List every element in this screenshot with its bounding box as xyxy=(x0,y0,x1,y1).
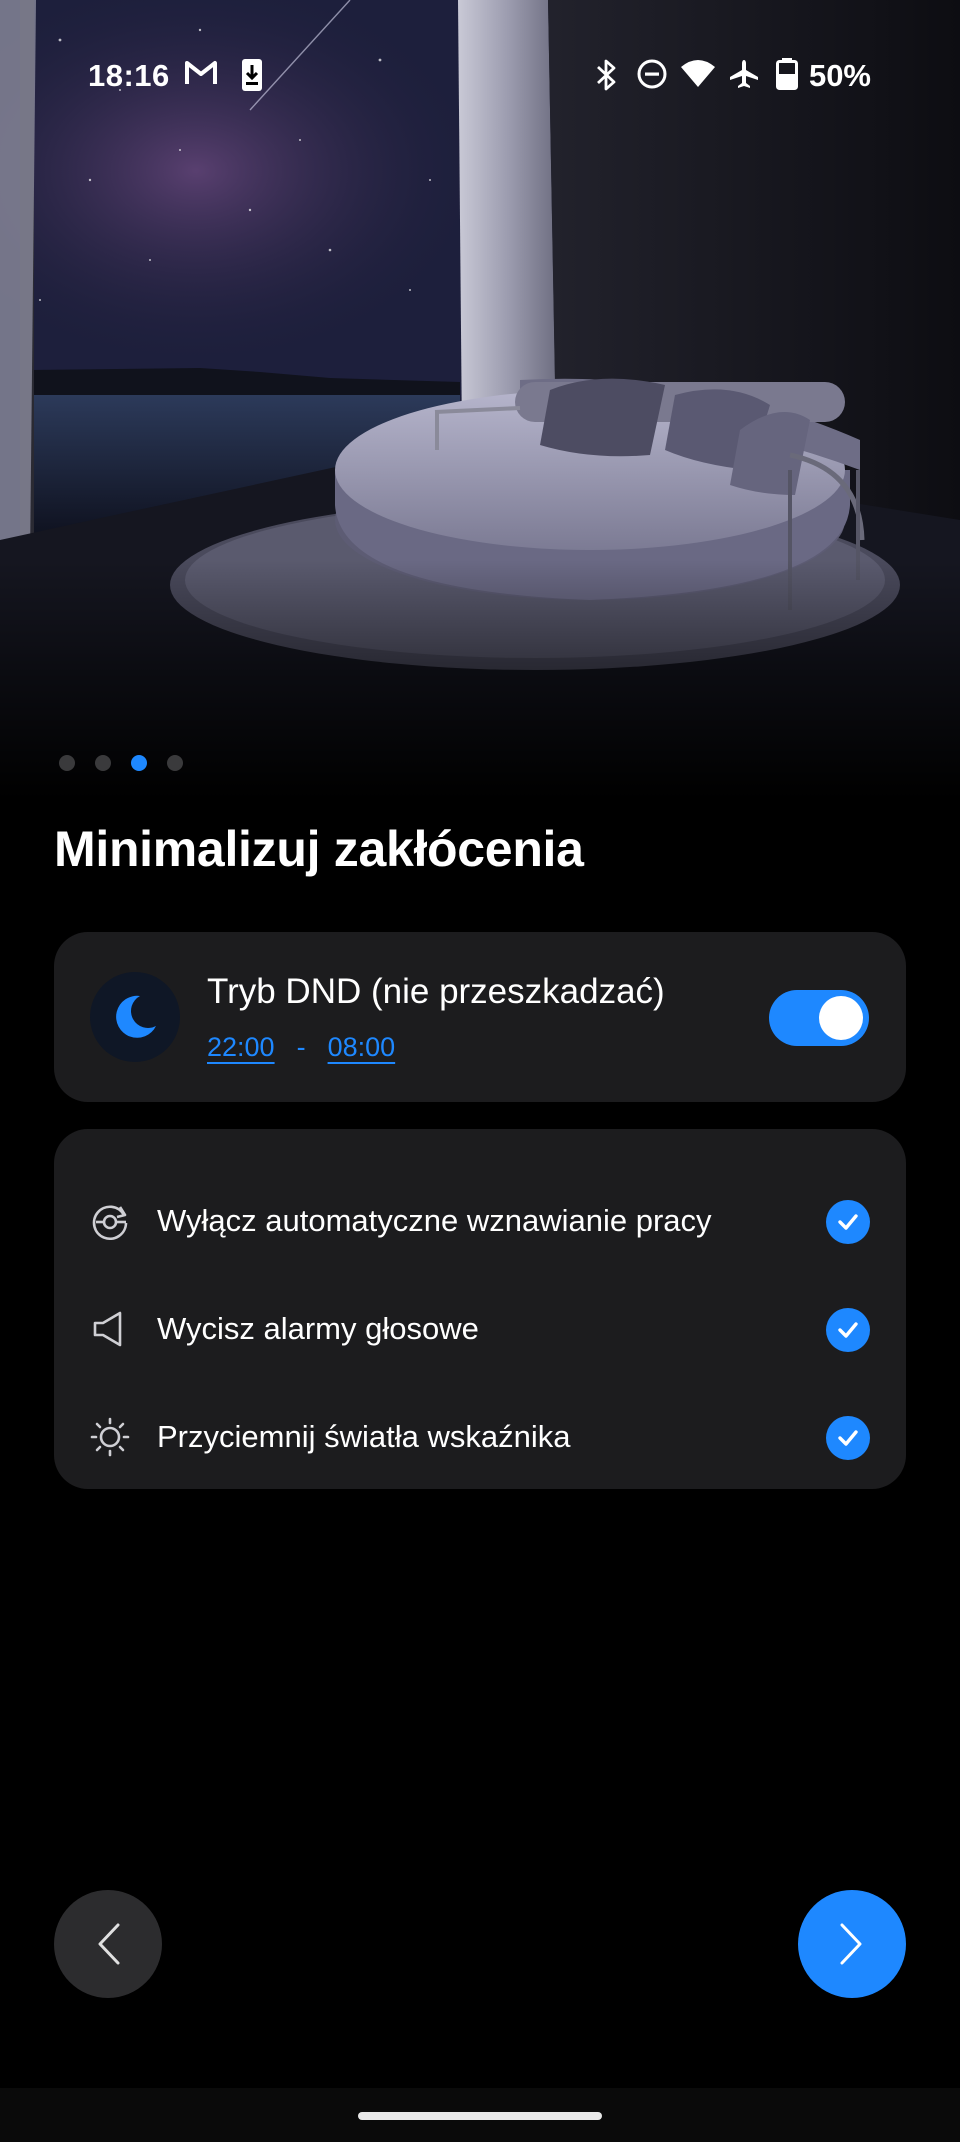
auto-resume-icon xyxy=(90,1201,130,1241)
dnd-start-time[interactable]: 22:00 xyxy=(207,1032,275,1063)
wifi-icon xyxy=(680,58,716,93)
speaker-icon xyxy=(90,1309,130,1349)
checkbox-checked[interactable] xyxy=(826,1200,870,1244)
download-icon xyxy=(240,58,264,97)
dnd-card: Tryb DND (nie przeszkadzać) 22:00 - 08:0… xyxy=(54,932,906,1102)
dnd-time-separator: - xyxy=(296,1032,306,1062)
dnd-toggle[interactable] xyxy=(769,990,869,1046)
status-time: 18:16 xyxy=(88,58,170,93)
battery-percent: 50% xyxy=(808,58,871,93)
hero-illustration xyxy=(0,0,960,800)
page-title: Minimalizuj zakłócenia xyxy=(54,821,584,877)
page-dot xyxy=(167,755,183,771)
option-dim-indicator-lights[interactable]: Przyciemnij światła wskaźnika xyxy=(54,1397,906,1477)
dnd-end-time[interactable]: 08:00 xyxy=(328,1032,396,1063)
back-button[interactable] xyxy=(54,1890,162,1998)
option-auto-resume[interactable]: Wyłącz automatyczne wznawianie pracy xyxy=(54,1181,906,1261)
option-mute-voice-alarms[interactable]: Wycisz alarmy głosowe xyxy=(54,1289,906,1369)
gmail-icon xyxy=(184,58,218,93)
page-dot xyxy=(95,755,111,771)
battery-icon xyxy=(776,58,798,95)
option-label: Wyłącz automatyczne wznawianie pracy xyxy=(157,1203,712,1238)
status-bar: 18:16 50% xyxy=(0,52,960,102)
page-indicator xyxy=(59,755,183,771)
next-button[interactable] xyxy=(798,1890,906,1998)
page-dot xyxy=(59,755,75,771)
moon-icon xyxy=(90,972,180,1062)
checkbox-checked[interactable] xyxy=(826,1308,870,1352)
option-label: Przyciemnij światła wskaźnika xyxy=(157,1419,571,1454)
chevron-right-icon xyxy=(840,1923,862,1965)
dnd-label: Tryb DND (nie przeszkadzać) xyxy=(207,972,665,1011)
navigation-bar xyxy=(0,2088,960,2142)
brightness-icon xyxy=(90,1417,130,1457)
dnd-schedule: 22:00 - 08:00 xyxy=(207,1032,395,1063)
toggle-knob xyxy=(819,996,863,1040)
dnd-icon xyxy=(636,58,668,95)
options-card: Wyłącz automatyczne wznawianie pracy Wyc… xyxy=(54,1129,906,1489)
airplane-icon xyxy=(728,58,760,95)
checkbox-checked[interactable] xyxy=(826,1416,870,1460)
bluetooth-icon xyxy=(594,58,618,97)
chevron-left-icon xyxy=(98,1923,120,1965)
option-label: Wycisz alarmy głosowe xyxy=(157,1311,479,1346)
home-gesture-handle[interactable] xyxy=(358,2112,602,2120)
page-dot-active xyxy=(131,755,147,771)
